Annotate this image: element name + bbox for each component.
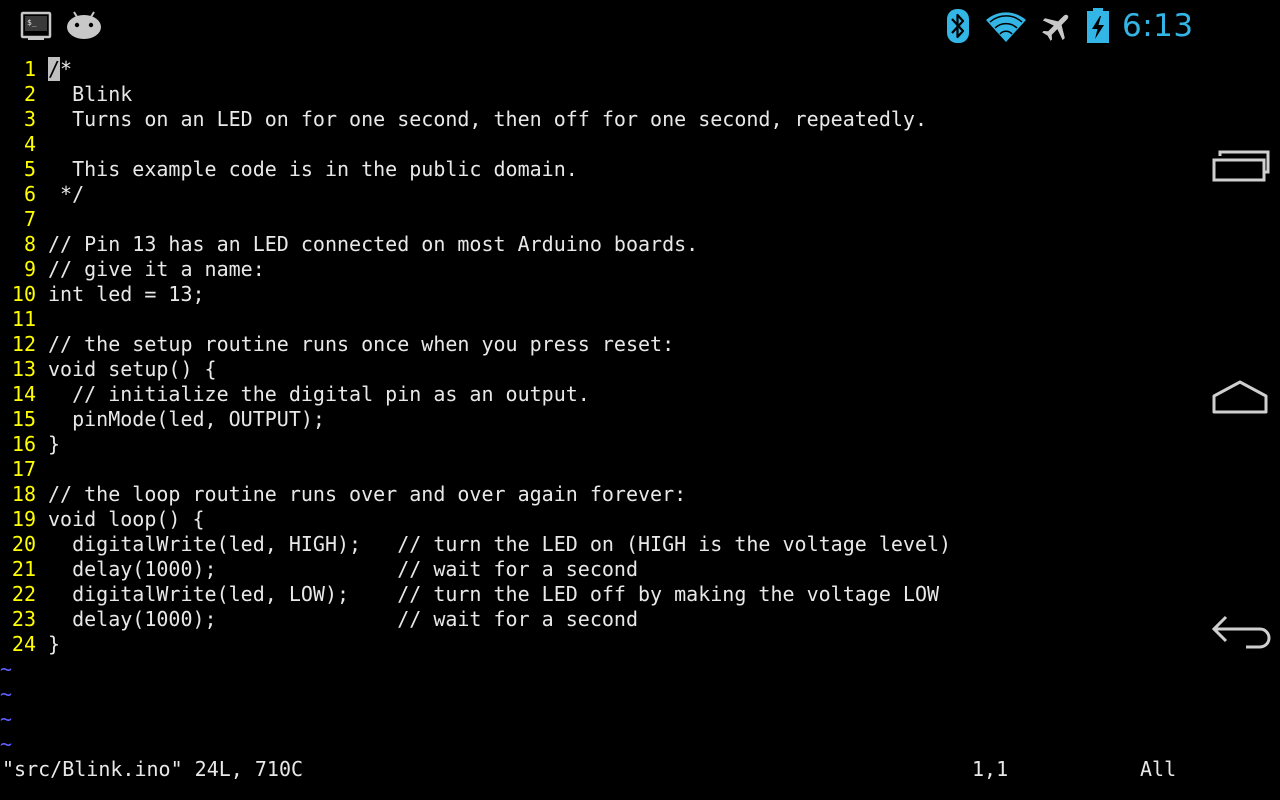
editor-line[interactable]: 4 xyxy=(0,132,1200,157)
code-text: } xyxy=(48,432,61,456)
navigation-bar xyxy=(1200,0,1280,800)
code-text: Turns on an LED on for one second, then … xyxy=(48,107,927,131)
editor-line[interactable]: 8 // Pin 13 has an LED connected on most … xyxy=(0,232,1200,257)
line-number: 24 xyxy=(11,632,36,656)
code-text: digitalWrite(led, LOW); // turn the LED … xyxy=(48,582,940,606)
editor-line[interactable]: 1 /* xyxy=(0,57,1200,82)
line-number: 1 xyxy=(23,57,36,81)
vim-editor[interactable]: 1/* 2 Blink 3 Turns on an LED on for one s… xyxy=(0,57,1200,757)
back-button[interactable] xyxy=(1208,600,1274,660)
code-text: // give it a name: xyxy=(48,257,265,281)
line-number: 6 xyxy=(23,182,36,206)
editor-line[interactable]: 5 This example code is in the public dom… xyxy=(0,157,1200,182)
code-text: delay(1000); // wait for a second xyxy=(48,607,639,631)
line-number: 17 xyxy=(11,457,36,481)
line-number: 18 xyxy=(11,482,36,506)
file-info: "src/Blink.ino" 24L, 710C xyxy=(2,757,304,781)
line-number: 4 xyxy=(23,132,36,156)
editor-line[interactable]: 7 xyxy=(0,207,1200,232)
code-text: // Pin 13 has an LED connected on most A… xyxy=(48,232,699,256)
line-number: 21 xyxy=(11,557,36,581)
editor-line[interactable]: 20 digitalWrite(led, HIGH); // turn the … xyxy=(0,532,1200,557)
code-text: void setup() { xyxy=(48,357,217,381)
code-text: // initialize the digital pin as an outp… xyxy=(48,382,590,406)
code-text: digitalWrite(led, HIGH); // turn the LED… xyxy=(48,532,952,556)
code-text: Blink xyxy=(48,82,133,106)
text-cursor: / xyxy=(48,57,61,81)
back-icon xyxy=(1211,615,1271,649)
line-number: 22 xyxy=(11,582,36,606)
editor-line[interactable]: 17 xyxy=(0,457,1200,482)
line-number: 3 xyxy=(23,107,36,131)
line-number: 15 xyxy=(11,407,36,431)
empty-line-marker: ~ xyxy=(0,682,13,706)
code-text: void loop() { xyxy=(48,507,205,531)
line-number: 2 xyxy=(23,82,36,106)
status-bar: $_ 6:13 xyxy=(0,0,1200,52)
line-number: 23 xyxy=(11,607,36,631)
battery-charging-icon xyxy=(1086,8,1110,49)
code-text: pinMode(led, OUTPUT); xyxy=(48,407,325,431)
editor-line[interactable]: 13 void setup() { xyxy=(0,357,1200,382)
editor-line[interactable]: 14 // initialize the digital pin as an o… xyxy=(0,382,1200,407)
editor-line[interactable]: 21 delay(1000); // wait for a second xyxy=(0,557,1200,582)
editor-line[interactable]: 15 pinMode(led, OUTPUT); xyxy=(0,407,1200,432)
editor-line[interactable]: 10 int led = 13; xyxy=(0,282,1200,307)
cursor-position: 1,1 xyxy=(972,757,1009,781)
recent-apps-icon xyxy=(1212,150,1270,182)
line-number: 16 xyxy=(11,432,36,456)
airplane-icon xyxy=(1040,10,1074,47)
editor-line[interactable]: 12 // the setup routine runs once when yo… xyxy=(0,332,1200,357)
code-text: delay(1000); // wait for a second xyxy=(48,557,639,581)
code-text: */ xyxy=(48,182,85,206)
home-icon xyxy=(1212,380,1268,414)
scroll-indicator: All xyxy=(1140,757,1177,781)
editor-line[interactable]: 24} xyxy=(0,632,1200,657)
line-number: 5 xyxy=(23,157,36,181)
code-text: int led = 13; xyxy=(48,282,205,306)
line-number: 8 xyxy=(23,232,36,256)
editor-line[interactable]: 6 */ xyxy=(0,182,1200,207)
empty-line-marker: ~ xyxy=(0,707,13,731)
line-number: 14 xyxy=(11,382,36,406)
editor-line[interactable]: 18 // the loop routine runs over and over… xyxy=(0,482,1200,507)
code-text: } xyxy=(48,632,61,656)
terminal-icon[interactable]: $_ xyxy=(20,10,52,47)
wifi-icon xyxy=(984,8,1028,49)
editor-line[interactable]: 9 // give it a name: xyxy=(0,257,1200,282)
empty-line-marker: ~ xyxy=(0,657,13,681)
editor-line[interactable]: 3 Turns on an LED on for one second, the… xyxy=(0,107,1200,132)
code-text: This example code is in the public domai… xyxy=(48,157,578,181)
editor-line[interactable]: 2 Blink xyxy=(0,82,1200,107)
bluetooth-icon xyxy=(946,8,970,49)
editor-line[interactable]: 19 void loop() { xyxy=(0,507,1200,532)
editor-line[interactable]: 11 xyxy=(0,307,1200,332)
line-number: 19 xyxy=(11,507,36,531)
line-number: 13 xyxy=(11,357,36,381)
android-screen: $_ 6:13 1 /* 2 Blink 3 Turns on an LED o… xyxy=(0,0,1280,800)
code-text: // the loop routine runs over and over a… xyxy=(48,482,687,506)
editor-line[interactable]: 23 delay(1000); // wait for a second xyxy=(0,607,1200,632)
clock: 6:13 xyxy=(1122,8,1194,44)
android-icon[interactable] xyxy=(66,10,102,45)
line-number: 9 xyxy=(23,257,36,281)
svg-text:$_: $_ xyxy=(27,18,37,27)
line-number: 12 xyxy=(11,332,36,356)
editor-line[interactable]: 16} xyxy=(0,432,1200,457)
vim-command-line: "src/Blink.ino" 24L, 710C 1,1 All xyxy=(0,757,1200,782)
system-status-icons: 6:13 xyxy=(940,6,1200,46)
empty-line-marker: ~ xyxy=(0,732,13,756)
editor-line[interactable]: 22 digitalWrite(led, LOW); // turn the L… xyxy=(0,582,1200,607)
home-button[interactable] xyxy=(1208,368,1274,428)
recent-apps-button[interactable] xyxy=(1208,136,1274,196)
code-text: // the setup routine runs once when you … xyxy=(48,332,675,356)
line-number: 20 xyxy=(11,532,36,556)
line-number: 10 xyxy=(11,282,36,306)
line-number: 11 xyxy=(11,307,36,331)
line-number: 7 xyxy=(23,207,36,231)
code-text: * xyxy=(60,57,73,81)
